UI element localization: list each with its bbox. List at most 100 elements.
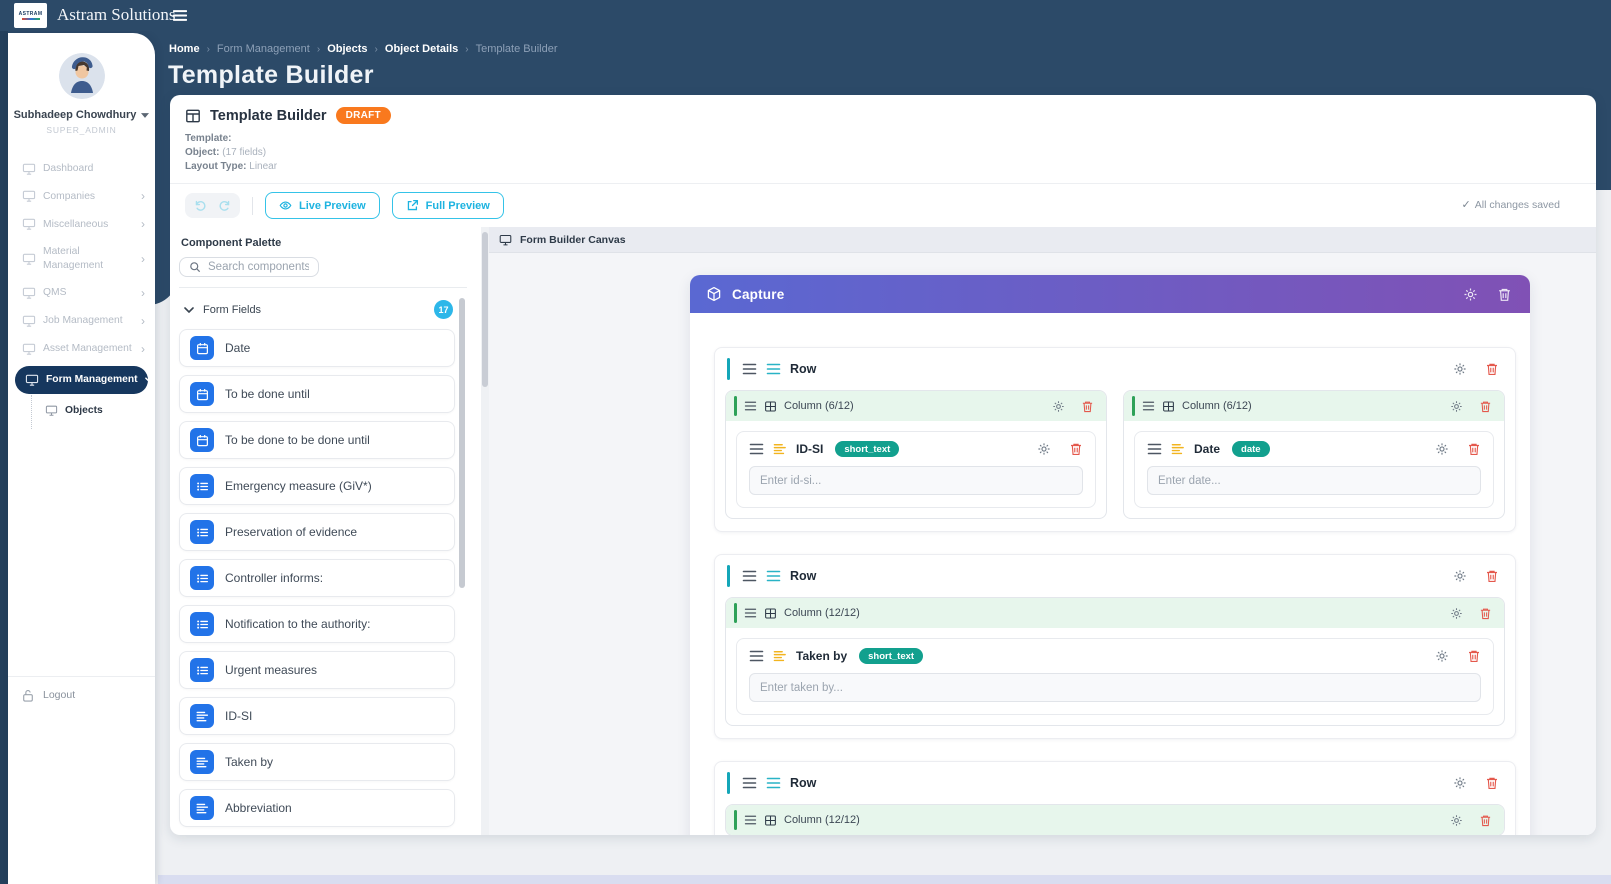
full-preview-button[interactable]: Full Preview (392, 192, 504, 219)
column-accent-bar (734, 810, 737, 830)
brand-logo-bar (22, 18, 40, 20)
sidebar-item-asset-management[interactable]: Asset Management › (8, 335, 155, 363)
check-icon: ✓ (1462, 198, 1471, 211)
gear-icon[interactable] (1453, 776, 1467, 790)
breadcrumb-object-details[interactable]: Object Details (385, 43, 458, 55)
brand-logo-text: ASTRAM (19, 11, 43, 17)
breadcrumb: Home › Form Management › Objects › Objec… (169, 43, 558, 55)
sidebar-item-qms[interactable]: QMS › (8, 279, 155, 307)
grid-icon (764, 400, 777, 413)
trash-icon[interactable] (1479, 607, 1492, 620)
user-menu[interactable]: Subhadeep Chowdhury (8, 109, 155, 121)
gear-icon[interactable] (1463, 287, 1478, 302)
brand-logo[interactable]: ASTRAM (14, 3, 47, 28)
trash-icon[interactable] (1467, 649, 1481, 663)
gear-icon[interactable] (1037, 442, 1051, 456)
logout-button[interactable]: Logout (8, 676, 155, 714)
palette-item-to-be-done-until[interactable]: To be done until (179, 375, 455, 413)
drag-handle-icon[interactable] (744, 608, 757, 618)
drag-handle-icon[interactable] (744, 401, 757, 411)
palette-item-preservation-of-evidence[interactable]: Preservation of evidence (179, 513, 455, 551)
caret-down-icon (141, 113, 149, 118)
monitor-icon (22, 315, 36, 327)
search-icon (189, 261, 201, 273)
trash-icon[interactable] (1485, 776, 1499, 790)
grid-icon (764, 607, 777, 620)
grid-icon (1162, 400, 1175, 413)
palette-item-date[interactable]: Date (179, 329, 455, 367)
brand-title: Astram Solutions (57, 5, 176, 25)
sidebar-item-job-management[interactable]: Job Management › (8, 307, 155, 335)
drag-handle-icon[interactable] (742, 570, 757, 582)
undo-icon[interactable] (194, 199, 207, 212)
drag-handle-icon[interactable] (744, 815, 757, 825)
trash-icon[interactable] (1081, 400, 1094, 413)
sidebar: Subhadeep Chowdhury SUPER_ADMIN Dashboar… (8, 33, 155, 884)
canvas-scrollbar-thumb[interactable] (482, 232, 488, 387)
trash-icon[interactable] (1069, 442, 1083, 456)
search-input[interactable] (208, 261, 309, 273)
sidebar-item-miscellaneous[interactable]: Miscellaneous › (8, 210, 155, 238)
row-accent-bar (727, 772, 730, 794)
drag-handle-icon[interactable] (1147, 443, 1162, 455)
trash-icon[interactable] (1485, 569, 1499, 583)
breadcrumb-form-management[interactable]: Form Management (217, 43, 310, 55)
breadcrumb-objects[interactable]: Objects (327, 43, 367, 55)
list-icon (190, 612, 214, 636)
trash-icon[interactable] (1497, 287, 1512, 302)
template-meta: Template: Object: (17 fields) Layout Typ… (185, 132, 1580, 174)
palette-item-abbreviation[interactable]: Abbreviation (179, 789, 455, 827)
drag-handle-icon[interactable] (749, 650, 764, 662)
gear-icon[interactable] (1453, 362, 1467, 376)
gear-icon[interactable] (1450, 814, 1463, 827)
palette-group-form-fields[interactable]: Form Fields 17 (179, 296, 455, 329)
gear-icon[interactable] (1450, 607, 1463, 620)
sidebar-item-material-management[interactable]: Material Management › (8, 238, 155, 279)
live-preview-button[interactable]: Live Preview (265, 192, 380, 219)
redo-icon[interactable] (218, 199, 231, 212)
trash-icon[interactable] (1479, 400, 1492, 413)
breadcrumb-separator: › (375, 44, 378, 55)
gear-icon[interactable] (1453, 569, 1467, 583)
drag-handle-icon[interactable] (742, 363, 757, 375)
palette-item-urgent-measures[interactable]: Urgent measures (179, 651, 455, 689)
trash-icon[interactable] (1479, 814, 1492, 827)
menu-icon[interactable] (173, 9, 187, 22)
palette-item-to-be-done-to-be-done-until[interactable]: To be done to be done until (179, 421, 455, 459)
sidebar-item-companies[interactable]: Companies › (8, 182, 155, 210)
drag-handle-icon[interactable] (742, 777, 757, 789)
capture-section-body: Row Column (6/12) (690, 313, 1530, 835)
palette-scrollbar[interactable] (459, 298, 465, 588)
palette-item-id-si[interactable]: ID-SI (179, 697, 455, 735)
field-input-taken-by[interactable] (749, 673, 1481, 702)
field-input-date[interactable] (1147, 466, 1481, 495)
palette-item-taken-by[interactable]: Taken by (179, 743, 455, 781)
chevron-down-icon (184, 307, 194, 313)
text-icon (190, 750, 214, 774)
trash-icon[interactable] (1485, 362, 1499, 376)
palette-item-notification-to-authority[interactable]: Notification to the authority: (179, 605, 455, 643)
grid-icon (764, 814, 777, 827)
gear-icon[interactable] (1435, 649, 1449, 663)
gear-icon[interactable] (1450, 400, 1463, 413)
list-icon (190, 474, 214, 498)
palette-item-emergency-measure[interactable]: Emergency measure (GiV*) (179, 467, 455, 505)
breadcrumb-home[interactable]: Home (169, 43, 200, 55)
palette-item-controller-informs[interactable]: Controller informs: (179, 559, 455, 597)
sidebar-item-form-management[interactable]: Form Management (15, 366, 148, 393)
avatar[interactable] (59, 53, 105, 99)
row-type-icon (766, 777, 781, 789)
sidebar-item-objects[interactable]: Objects (8, 397, 155, 424)
capture-section-header: Capture (690, 275, 1530, 313)
trash-icon[interactable] (1467, 442, 1481, 456)
drag-handle-icon[interactable] (1142, 401, 1155, 411)
canvas-scrollbar-track[interactable] (481, 227, 489, 835)
gear-icon[interactable] (1435, 442, 1449, 456)
gear-icon[interactable] (1052, 400, 1065, 413)
field-input-id-si[interactable] (749, 466, 1083, 495)
row-accent-bar (727, 565, 730, 587)
lock-icon (22, 689, 34, 702)
drag-handle-icon[interactable] (749, 443, 764, 455)
sidebar-item-dashboard[interactable]: Dashboard (8, 155, 155, 182)
sidebar-nav: Dashboard Companies › Miscellaneous › Ma… (8, 155, 155, 424)
